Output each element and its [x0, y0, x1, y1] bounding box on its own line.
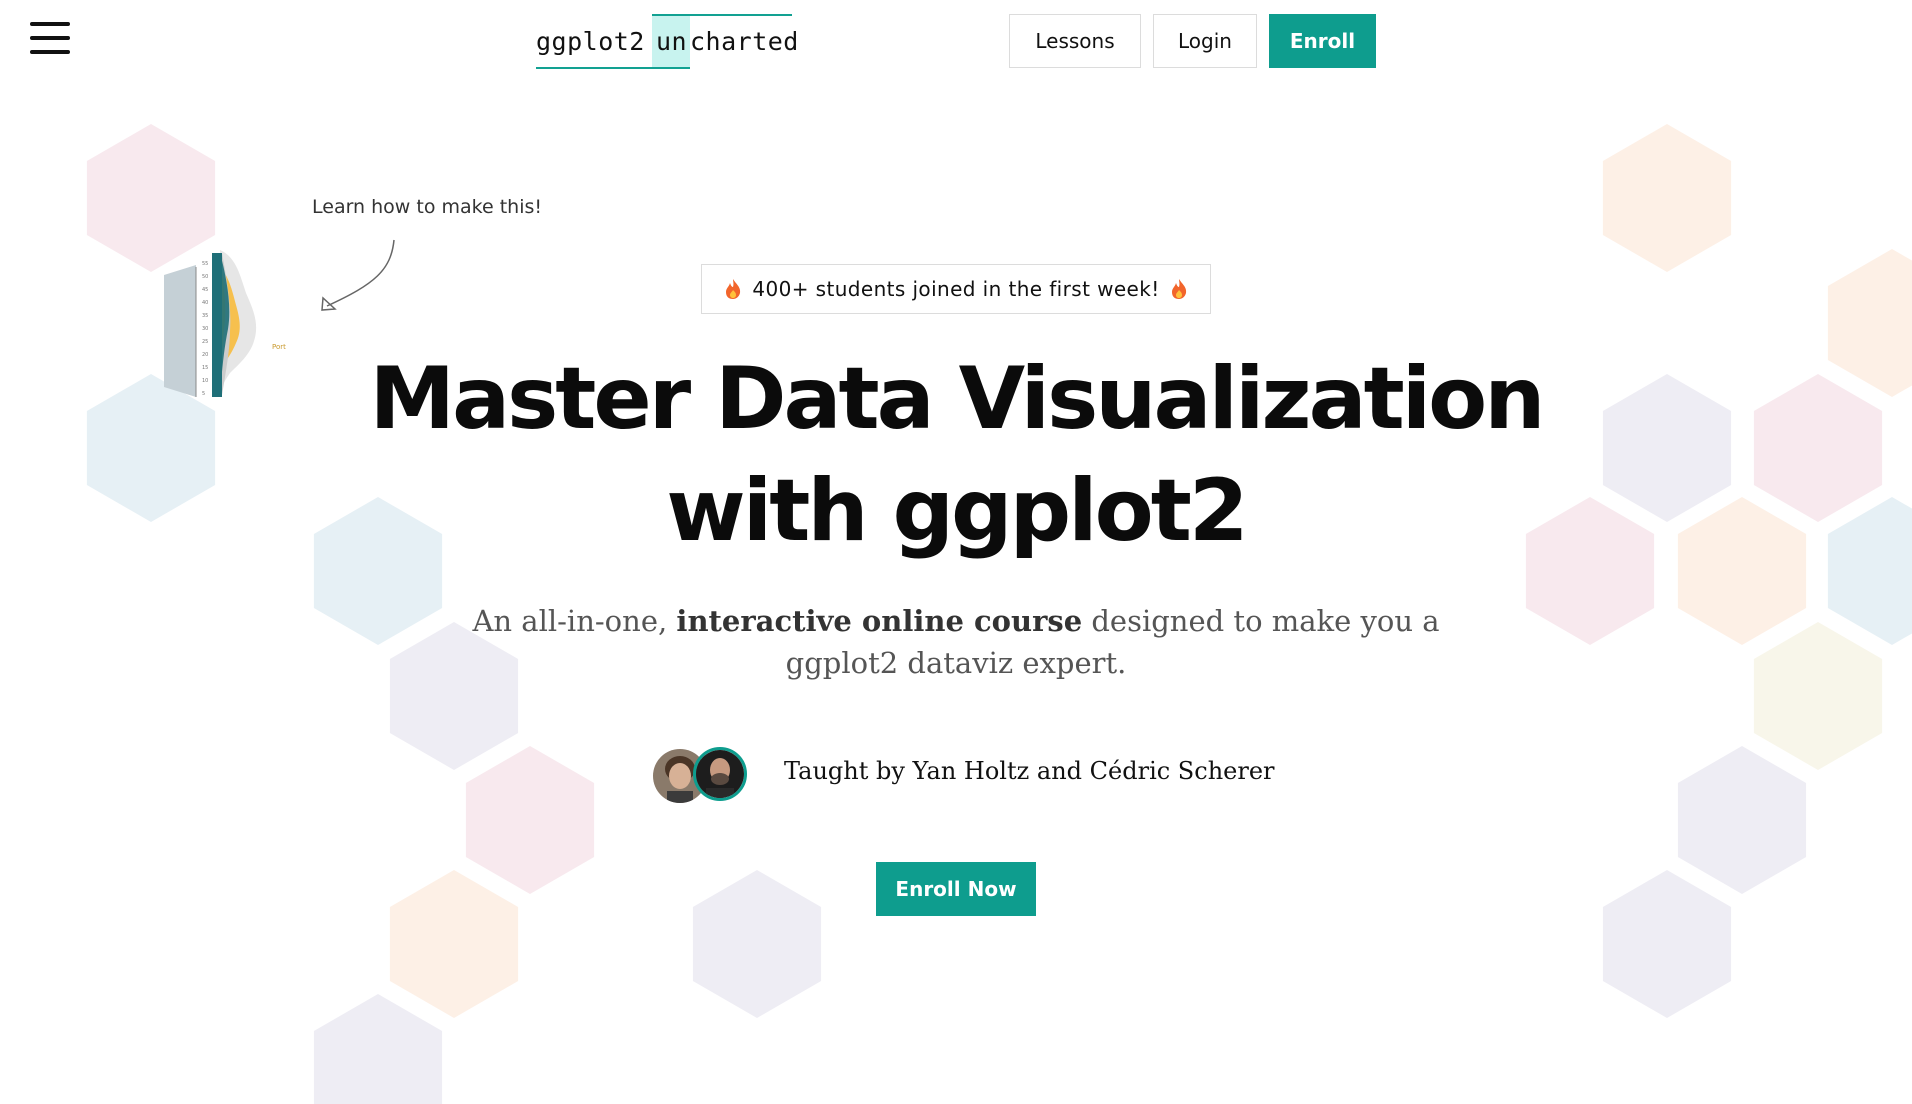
hero-title-line-1: Master Data Visualization: [369, 349, 1545, 449]
enroll-button[interactable]: Enroll: [1269, 14, 1376, 68]
learn-note: Learn how to make this!: [312, 196, 542, 218]
logo-text-un: un: [656, 27, 688, 56]
badge-text: 400+ students joined in the first week!: [752, 277, 1160, 301]
svg-text:45: 45: [202, 287, 208, 293]
subtitle-bold: interactive online course: [676, 604, 1083, 638]
instructor-avatars: [651, 747, 751, 805]
students-badge: 400+ students joined in the first week!: [701, 264, 1211, 314]
svg-text:55: 55: [202, 261, 208, 267]
svg-text:30: 30: [202, 326, 208, 332]
logo-text-charted: charted: [690, 27, 799, 56]
curved-arrow-icon: [321, 239, 395, 311]
hero-subtitle: An all-in-one, interactive online course…: [456, 600, 1456, 684]
hamburger-menu-icon[interactable]: [28, 20, 72, 56]
subtitle-pre: An all-in-one,: [472, 604, 677, 638]
enroll-now-button[interactable]: Enroll Now: [876, 862, 1036, 916]
svg-text:35: 35: [202, 313, 208, 319]
hero-title-line-2: with ggplot2: [666, 461, 1248, 561]
login-button[interactable]: Login: [1153, 14, 1257, 68]
fire-icon: [1171, 279, 1186, 299]
site-logo[interactable]: ggplot2 un charted: [536, 14, 798, 69]
svg-text:50: 50: [202, 274, 208, 280]
fire-icon: [726, 279, 741, 299]
avatar-cedric-scherer: [693, 747, 747, 801]
svg-text:40: 40: [202, 300, 208, 306]
taught-by-text: Taught by Yan Holtz and Cédric Scherer: [784, 757, 1275, 785]
logo-text-ggplot2: ggplot2: [536, 27, 645, 56]
lessons-button[interactable]: Lessons: [1009, 14, 1141, 68]
